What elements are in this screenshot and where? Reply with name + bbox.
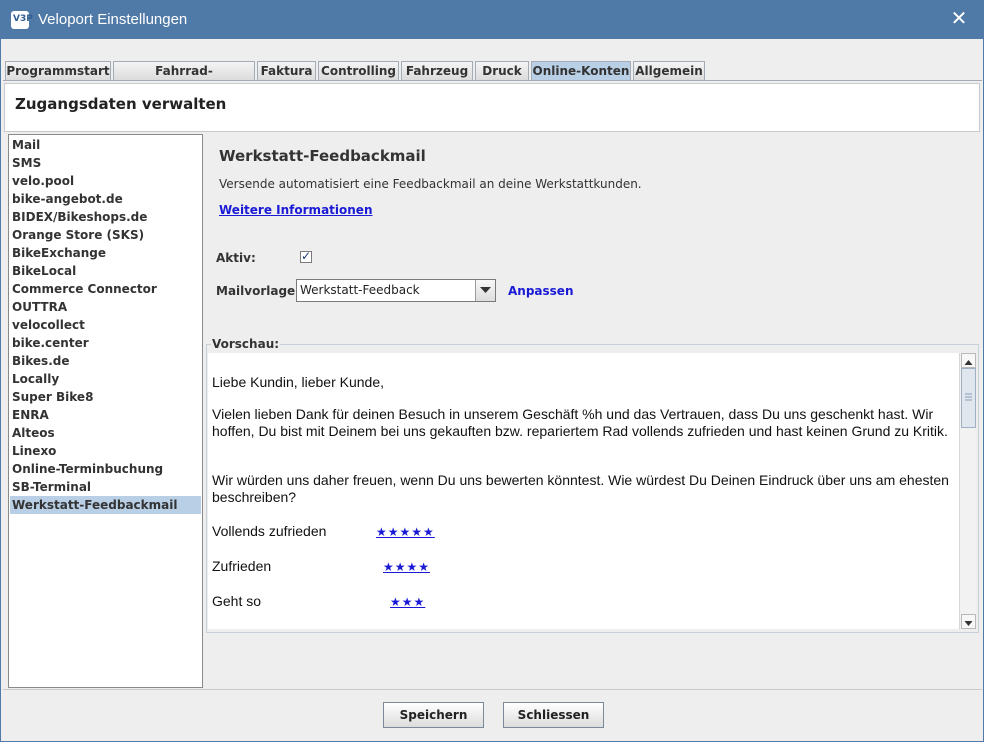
- list-item-bikelocal[interactable]: BikeLocal: [10, 262, 201, 280]
- content-title: Werkstatt-Feedbackmail: [219, 147, 426, 165]
- active-label: Aktiv:: [216, 251, 256, 265]
- list-item-super-bike8[interactable]: Super Bike8: [10, 388, 201, 406]
- preview-scrollbar[interactable]: [959, 353, 976, 629]
- list-item-bikes-de[interactable]: Bikes.de: [10, 352, 201, 370]
- list-item-bike-center[interactable]: bike.center: [10, 334, 201, 352]
- preview-legend: Vorschau:: [211, 337, 281, 351]
- template-select-value: Werkstatt-Feedback: [300, 283, 420, 297]
- dropdown-button[interactable]: [475, 280, 495, 301]
- more-info-link[interactable]: Weitere Informationen: [219, 203, 372, 217]
- list-item-enra[interactable]: ENRA: [10, 406, 201, 424]
- save-button[interactable]: Speichern: [383, 702, 484, 728]
- close-button[interactable]: Schliessen: [503, 702, 604, 728]
- window-title: Veloport Einstellungen: [38, 11, 188, 28]
- page-title: Zugangsdaten verwalten: [15, 95, 227, 113]
- preview-paragraph-1: Vielen lieben Dank für deinen Besuch in …: [212, 406, 948, 439]
- tab-online-konten[interactable]: Online-Konten: [531, 61, 631, 80]
- settings-window: V3P Veloport Einstellungen ✕ Programmsta…: [0, 0, 984, 742]
- list-item-locally[interactable]: Locally: [10, 370, 201, 388]
- tab-druck[interactable]: Druck: [475, 61, 529, 80]
- rating-label-5: Vollends zufrieden: [212, 523, 327, 539]
- tab-fahrrad-konfigurator[interactable]: Fahrrad-Konfigurator: [113, 61, 255, 96]
- rating-stars-3[interactable]: ★★★: [390, 595, 425, 609]
- list-item-velo-pool[interactable]: velo.pool: [10, 172, 201, 190]
- header-panel: Zugangsdaten verwalten: [4, 83, 980, 132]
- template-label: Mailvorlage:: [216, 284, 300, 298]
- list-item-alteos[interactable]: Alteos: [10, 424, 201, 442]
- content-description: Versende automatisiert eine Feedbackmail…: [219, 177, 642, 191]
- active-checkbox[interactable]: ✓: [300, 249, 312, 263]
- list-item-linexo[interactable]: Linexo: [10, 442, 201, 460]
- template-select[interactable]: Werkstatt-Feedback: [296, 279, 496, 302]
- list-item-commerce-connector[interactable]: Commerce Connector: [10, 280, 201, 298]
- close-icon[interactable]: ✕: [949, 8, 969, 28]
- grip-icon: [965, 393, 972, 401]
- list-item-online-terminbuchung[interactable]: Online-Terminbuchung: [10, 460, 201, 478]
- footer-divider: [3, 689, 982, 690]
- checkmark-icon: ✓: [301, 249, 312, 263]
- tab-divider: [3, 80, 982, 81]
- account-list[interactable]: Mail SMS velo.pool bike-angebot.de BIDEX…: [8, 134, 203, 688]
- rating-label-4: Zufrieden: [212, 558, 272, 574]
- tab-allgemein[interactable]: Allgemein: [633, 61, 705, 80]
- title-bar: V3P Veloport Einstellungen ✕: [1, 1, 983, 39]
- tab-faktura[interactable]: Faktura: [257, 61, 316, 80]
- rating-stars-5[interactable]: ★★★★★: [376, 525, 435, 539]
- tab-controlling[interactable]: Controlling: [318, 61, 399, 80]
- list-item-sb-terminal[interactable]: SB-Terminal: [10, 478, 201, 496]
- chevron-down-icon: [480, 287, 491, 293]
- scroll-thumb[interactable]: [961, 368, 976, 428]
- rating-stars-4[interactable]: ★★★★: [383, 560, 430, 574]
- list-item-mail[interactable]: Mail: [10, 136, 201, 154]
- arrow-down-icon: [964, 621, 973, 626]
- adjust-link[interactable]: Anpassen: [508, 284, 573, 298]
- list-item-outtra[interactable]: OUTTRA: [10, 298, 201, 316]
- scroll-up-button[interactable]: [961, 353, 976, 368]
- list-item-bike-angebot[interactable]: bike-angebot.de: [10, 190, 201, 208]
- list-item-bidex[interactable]: BIDEX/Bikeshops.de: [10, 208, 201, 226]
- tab-fahrzeug[interactable]: Fahrzeug: [401, 61, 473, 80]
- list-item-orange-store[interactable]: Orange Store (SKS): [10, 226, 201, 244]
- tab-programmstart[interactable]: Programmstart: [5, 61, 111, 80]
- preview-paragraph-2: Wir würden uns daher freuen, wenn Du uns…: [212, 472, 949, 505]
- list-item-bikeexchange[interactable]: BikeExchange: [10, 244, 201, 262]
- preview-pane[interactable]: Liebe Kundin, lieber Kunde, Vielen liebe…: [208, 353, 959, 629]
- scroll-down-button[interactable]: [961, 614, 976, 629]
- rating-label-3: Geht so: [212, 593, 262, 609]
- list-item-sms[interactable]: SMS: [10, 154, 201, 172]
- preview-greeting: Liebe Kundin, lieber Kunde,: [212, 374, 385, 390]
- app-logo-icon: V3P: [11, 11, 33, 29]
- list-item-velocollect[interactable]: velocollect: [10, 316, 201, 334]
- list-item-werkstatt-feedbackmail[interactable]: Werkstatt-Feedbackmail: [10, 496, 201, 514]
